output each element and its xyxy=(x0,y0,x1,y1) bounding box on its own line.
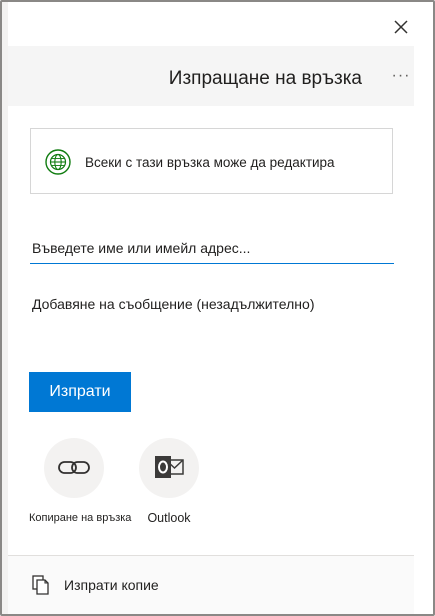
outlook-icon xyxy=(155,456,184,478)
permission-text: Всеки с тази връзка може да редактира xyxy=(85,155,335,170)
send-copy-button[interactable]: Изпрати копие xyxy=(32,572,159,598)
message-input[interactable] xyxy=(30,292,394,324)
outlook-label: Outlook xyxy=(147,511,191,525)
more-icon: ··· xyxy=(391,67,411,84)
background-page-right xyxy=(414,2,433,614)
share-dialog-frame: Изпращане на връзка ··· Всеки с тази връ… xyxy=(0,0,435,616)
send-button[interactable]: Изпрати xyxy=(29,372,131,412)
send-button-label: Изпрати xyxy=(49,383,111,400)
send-copy-label: Изпрати копие xyxy=(64,577,159,593)
copy-link-option[interactable]: Копиране на връзка xyxy=(29,438,132,524)
more-options-button[interactable]: ··· xyxy=(388,66,414,86)
link-icon xyxy=(58,461,90,474)
dialog-footer: Изпрати копие xyxy=(8,556,414,614)
copy-link-label: Копиране на връзка xyxy=(29,512,132,524)
close-button[interactable] xyxy=(388,14,414,40)
link-permission-button[interactable]: Всеки с тази връзка може да редактира xyxy=(30,128,393,194)
dialog-title: Изпращане на връзка xyxy=(168,68,362,89)
globe-icon xyxy=(45,149,71,175)
close-icon xyxy=(394,20,408,34)
recipient-input[interactable] xyxy=(30,232,394,264)
copy-link-circle xyxy=(44,438,104,498)
share-dialog: Изпращане на връзка ··· Всеки с тази връ… xyxy=(8,2,414,614)
outlook-circle xyxy=(139,438,199,498)
outlook-option[interactable]: Outlook xyxy=(124,438,214,525)
copy-icon xyxy=(32,575,49,595)
